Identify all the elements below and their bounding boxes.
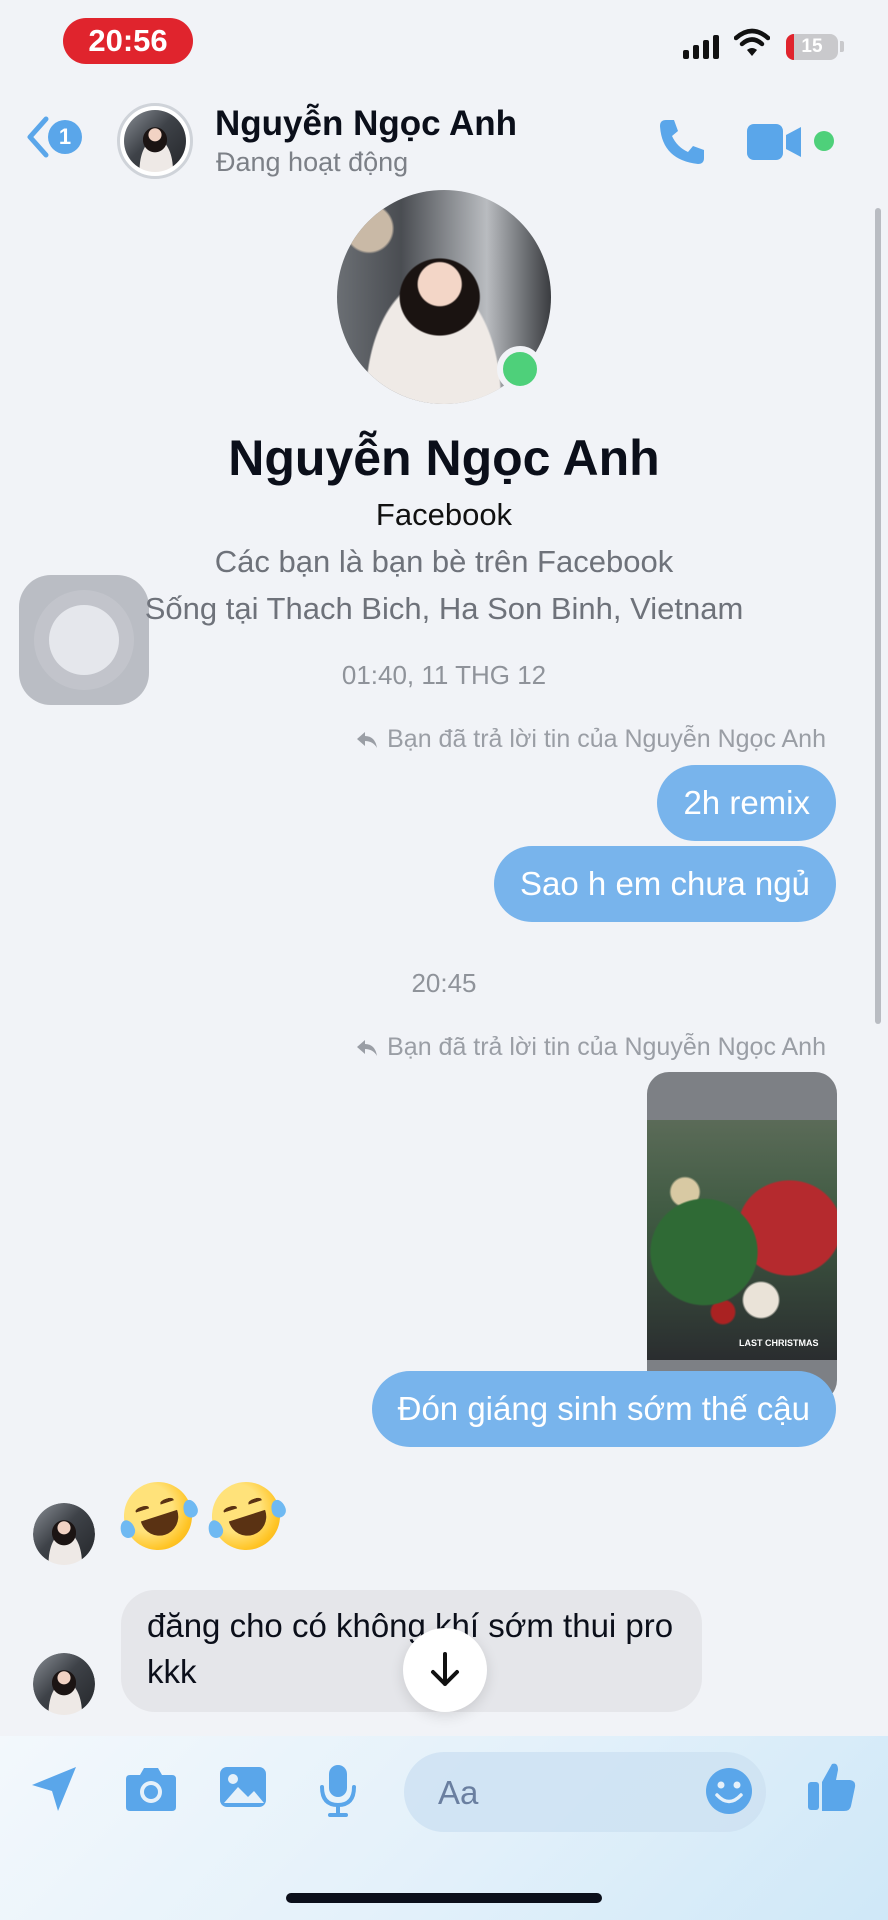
avatar-photo bbox=[33, 1503, 95, 1565]
phone-icon[interactable] bbox=[656, 116, 708, 168]
emoji-message[interactable] bbox=[115, 1473, 289, 1559]
video-call-icon[interactable] bbox=[746, 122, 802, 162]
battery-level bbox=[786, 34, 794, 60]
profile-name: Nguyễn Ngọc Anh bbox=[228, 430, 660, 486]
profile-platform: Facebook bbox=[375, 497, 513, 532]
video-caption: LAST CHRISTMAS bbox=[739, 1338, 819, 1348]
sender-avatar[interactable] bbox=[33, 1503, 95, 1565]
signal-icon bbox=[683, 33, 719, 59]
online-indicator bbox=[814, 131, 834, 151]
rofl-emoji-icon bbox=[203, 1473, 289, 1559]
wifi-icon bbox=[734, 28, 770, 56]
reply-label-text: Bạn đã trả lời tin của Nguyễn Ngọc Anh bbox=[387, 725, 826, 753]
unread-badge: 1 bbox=[48, 120, 82, 154]
battery-tip bbox=[840, 41, 844, 52]
arrow-down-icon bbox=[431, 1652, 459, 1686]
chevron-left-icon bbox=[27, 116, 49, 158]
timestamp: 20:45 bbox=[411, 968, 477, 998]
home-indicator[interactable] bbox=[286, 1893, 602, 1903]
gallery-icon[interactable] bbox=[218, 1763, 268, 1811]
active-status: Đang hoạt động bbox=[216, 147, 409, 177]
send-location-icon[interactable] bbox=[28, 1763, 80, 1815]
battery-percent: 15 bbox=[801, 36, 823, 57]
video-thumbnail bbox=[647, 1120, 837, 1360]
shared-video[interactable]: LAST CHRISTMAS bbox=[647, 1072, 837, 1402]
reply-label-text: Bạn đã trả lời tin của Nguyễn Ngọc Anh bbox=[387, 1033, 826, 1061]
profile-friends-line: Các bạn là bạn bè trên Facebook bbox=[214, 544, 674, 579]
contact-name[interactable]: Nguyễn Ngọc Anh bbox=[215, 104, 517, 144]
reply-icon bbox=[357, 1039, 378, 1056]
profile-online-indicator bbox=[497, 346, 543, 392]
rofl-emoji-icon bbox=[115, 1473, 201, 1559]
reply-label: Bạn đã trả lời tin của Nguyễn Ngọc Anh bbox=[355, 725, 826, 754]
header-avatar[interactable] bbox=[117, 103, 193, 179]
outgoing-message[interactable]: Đón giáng sinh sớm thế cậu bbox=[371, 1371, 836, 1447]
emoji-icon[interactable] bbox=[704, 1766, 754, 1816]
scroll-to-bottom-button[interactable] bbox=[403, 1628, 487, 1712]
back-button[interactable]: 1 bbox=[26, 116, 82, 158]
battery-icon: 15 bbox=[786, 34, 838, 60]
reply-icon bbox=[357, 731, 378, 748]
avatar-photo bbox=[124, 110, 186, 172]
message-placeholder: Aa bbox=[438, 1774, 479, 1811]
sender-avatar[interactable] bbox=[33, 1653, 95, 1715]
status-time: 20:56 bbox=[63, 18, 193, 64]
avatar-photo bbox=[33, 1653, 95, 1715]
like-icon[interactable] bbox=[806, 1760, 858, 1814]
outgoing-message[interactable]: 2h remix bbox=[657, 765, 836, 841]
timestamp: 01:40, 11 THG 12 bbox=[341, 660, 547, 690]
reply-label: Bạn đã trả lời tin của Nguyễn Ngọc Anh bbox=[355, 1033, 826, 1062]
outgoing-message[interactable]: Sao h em chưa ngủ bbox=[494, 846, 836, 922]
camera-icon[interactable] bbox=[124, 1763, 178, 1813]
microphone-icon[interactable] bbox=[318, 1763, 358, 1817]
